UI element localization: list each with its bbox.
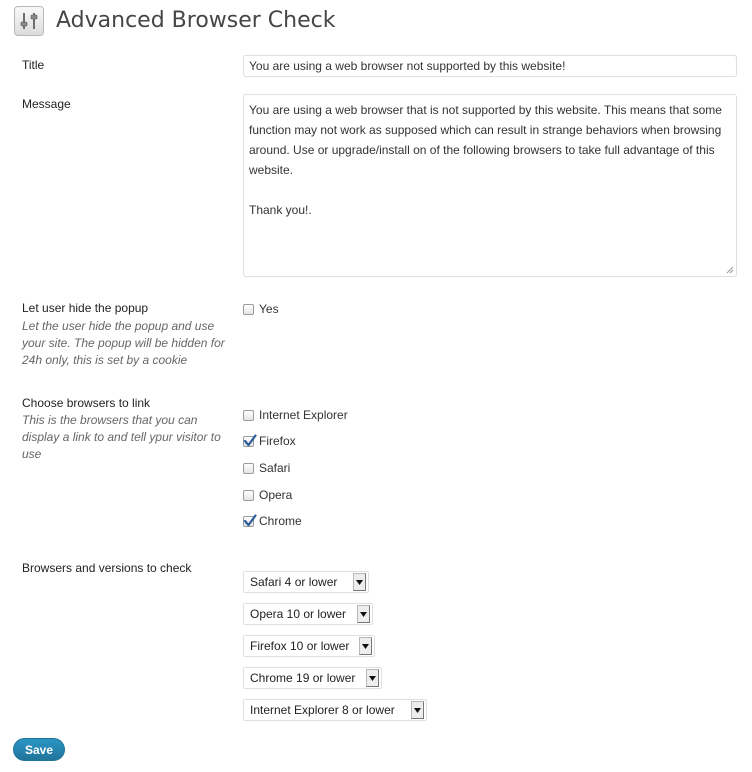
select-value: Safari 4 or lower [250,575,338,589]
settings-sliders-icon [14,6,44,36]
hide-popup-description: Let the user hide the popup and use your… [22,319,225,367]
triangle-down-icon[interactable] [411,701,424,719]
select-value: Opera 10 or lower [250,607,347,621]
checkmark-icon [243,513,257,526]
triangle-down-icon[interactable] [366,669,379,687]
resize-grip-icon[interactable] [724,264,734,274]
hide-popup-checkbox[interactable] [243,303,254,315]
hide-popup-option[interactable]: Yes [243,302,279,316]
triangle-down-icon[interactable] [357,605,370,623]
triangle-down-icon[interactable] [353,573,366,591]
select-value: Internet Explorer 8 or lower [250,703,395,717]
hide-popup-option-label: Yes [259,302,279,316]
select-value: Chrome 19 or lower [250,671,356,685]
browser-option-label: Opera [259,488,293,502]
page-header: Advanced Browser Check [14,6,335,36]
message-text: You are using a web browser that is not … [249,103,722,217]
browser-option-safari[interactable]: Safari [243,461,290,475]
browser-option-label: Internet Explorer [259,408,348,422]
chrome-checkbox[interactable] [243,513,257,527]
safari-version-select[interactable]: Safari 4 or lower [243,571,369,593]
opera-version-select[interactable]: Opera 10 or lower [243,603,373,625]
page-title: Advanced Browser Check [56,8,336,33]
browser-option-label: Safari [259,461,291,475]
firefox-checkbox[interactable] [243,433,257,447]
browsers-to-link-description: This is the browsers that you can displa… [22,413,221,461]
title-label: Title [22,58,45,72]
firefox-version-select[interactable]: Firefox 10 or lower [243,635,375,657]
chrome-version-select[interactable]: Chrome 19 or lower [243,667,382,689]
browser-option-label: Firefox [259,434,296,448]
triangle-down-icon[interactable] [359,637,372,655]
save-button[interactable]: Save [13,738,65,761]
internet-explorer-version-select[interactable]: Internet Explorer 8 or lower [243,699,427,721]
internet-explorer-checkbox[interactable] [243,409,254,421]
title-input[interactable]: You are using a web browser not supporte… [243,55,737,77]
safari-checkbox[interactable] [243,462,254,474]
browsers-to-link-label: Choose browsers to link [22,396,151,410]
hide-popup-label: Let user hide the popup [22,301,149,315]
browser-option-internet-explorer[interactable]: Internet Explorer [243,408,348,422]
opera-checkbox[interactable] [243,489,254,501]
checkmark-icon [243,433,257,446]
versions-to-check-label: Browsers and versions to check [22,561,192,575]
browser-option-opera[interactable]: Opera [243,488,292,502]
browser-option-chrome[interactable]: Chrome [243,513,302,528]
browser-option-firefox[interactable]: Firefox [243,433,296,448]
message-textarea[interactable]: You are using a web browser that is not … [243,94,737,277]
select-value: Firefox 10 or lower [250,639,350,653]
browser-option-label: Chrome [259,514,302,528]
message-label: Message [22,97,71,111]
